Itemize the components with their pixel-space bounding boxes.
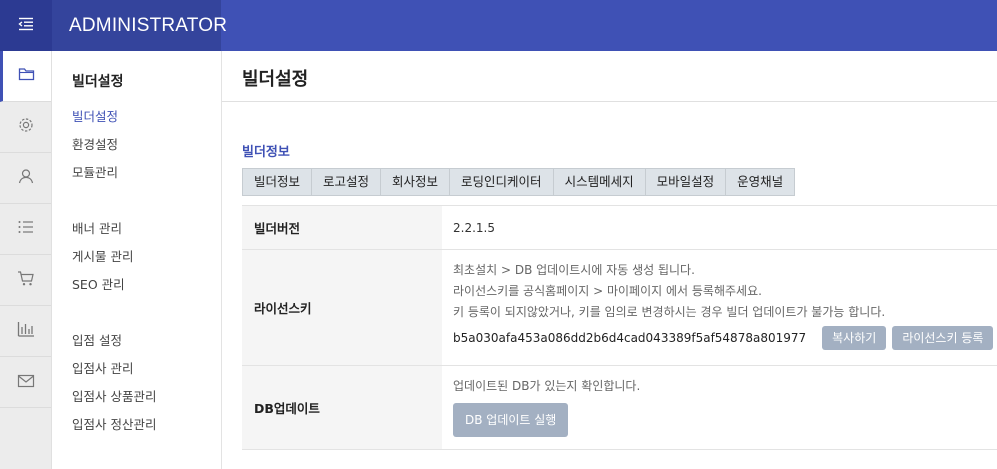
- list-icon: [17, 219, 35, 239]
- sidebar-item-vendor-settings[interactable]: 입점 설정: [72, 330, 122, 349]
- builder-version-value: 2.2.1.5: [453, 221, 495, 235]
- register-license-button[interactable]: 라이선스키 등록: [892, 326, 994, 350]
- copy-button[interactable]: 복사하기: [822, 326, 887, 350]
- row-label: DB업데이트: [242, 366, 442, 449]
- rail-item-folder[interactable]: [0, 51, 51, 102]
- sidebar-item-vendor-products[interactable]: 입점사 상품관리: [72, 386, 156, 405]
- tab-mobile-settings[interactable]: 모바일설정: [645, 169, 727, 195]
- sidebar: 빌더설정 빌더설정 환경설정 모듈관리 배너 관리 게시물 관리 SEO 관리 …: [52, 51, 222, 469]
- sidebar-item-vendor-management[interactable]: 입점사 관리: [72, 358, 133, 377]
- license-key-line: b5a030afa453a086dd2b6d4cad043389f5af5487…: [453, 326, 997, 350]
- license-note: 라이선스키를 공식홈페이지 > 마이페이지 에서 등록해주세요.: [453, 284, 762, 298]
- sidebar-item-banners[interactable]: 배너 관리: [72, 218, 122, 237]
- menu-toggle-button[interactable]: [0, 0, 52, 51]
- menu-collapse-icon: [18, 16, 34, 35]
- rail-item-settings[interactable]: [0, 102, 51, 153]
- info-table: 빌더버전 2.2.1.5 라이선스키 최초설치 > DB 업데이트시에 자동 생…: [242, 205, 997, 450]
- row-license-key: 라이선스키 최초설치 > DB 업데이트시에 자동 생성 됩니다. 라이선스키를…: [242, 250, 997, 366]
- license-key-value: b5a030afa453a086dd2b6d4cad043389f5af5487…: [453, 331, 807, 345]
- tab-builder-info[interactable]: 빌더정보: [243, 169, 313, 195]
- sidebar-item-builder-settings[interactable]: 빌더설정: [72, 106, 118, 125]
- row-db-update: DB업데이트 업데이트된 DB가 있는지 확인합니다. DB 업데이트 실행: [242, 366, 997, 450]
- main-content: 빌더설정 빌더정보 빌더정보 로고설정 회사정보 로딩인디케이터 시스템메세지 …: [222, 51, 997, 469]
- top-bar: ADMINISTRATOR: [0, 0, 997, 51]
- db-update-note: 업데이트된 DB가 있는지 확인합니다.: [453, 379, 641, 393]
- mail-icon: [17, 373, 35, 392]
- section-title: 빌더정보: [242, 145, 290, 160]
- rail-item-mail[interactable]: [0, 357, 51, 408]
- tab-company-info[interactable]: 회사정보: [381, 169, 451, 195]
- cart-icon: [17, 270, 35, 291]
- bar-chart-icon: [17, 321, 35, 341]
- rail-item-cart[interactable]: [0, 255, 51, 306]
- row-builder-version: 빌더버전 2.2.1.5: [242, 206, 997, 250]
- rail-item-user[interactable]: [0, 153, 51, 204]
- db-update-button[interactable]: DB 업데이트 실행: [453, 403, 569, 437]
- sidebar-item-posts[interactable]: 게시물 관리: [72, 246, 133, 265]
- tab-system-messages[interactable]: 시스템메세지: [553, 169, 646, 195]
- db-update-cell: 업데이트된 DB가 있는지 확인합니다. DB 업데이트 실행: [442, 366, 997, 449]
- row-label: 빌더버전: [242, 206, 442, 249]
- title-divider: [222, 101, 997, 102]
- license-note: 최초설치 > DB 업데이트시에 자동 생성 됩니다.: [453, 263, 695, 277]
- sidebar-item-seo[interactable]: SEO 관리: [72, 274, 125, 293]
- tab-channels[interactable]: 운영채널: [726, 169, 795, 195]
- license-cell: 최초설치 > DB 업데이트시에 자동 생성 됩니다. 라이선스키를 공식홈페이…: [442, 250, 997, 365]
- tab-loading-indicator[interactable]: 로딩인디케이터: [450, 169, 554, 195]
- sidebar-item-vendor-settlement[interactable]: 입점사 정산관리: [72, 414, 156, 433]
- rail-item-list[interactable]: [0, 204, 51, 255]
- page-title: 빌더설정: [242, 69, 309, 90]
- row-label: 라이선스키: [242, 250, 442, 365]
- sidebar-title: 빌더설정: [72, 74, 124, 90]
- tab-logo-settings[interactable]: 로고설정: [312, 169, 382, 195]
- rail-item-stats[interactable]: [0, 306, 51, 357]
- brand-title: ADMINISTRATOR: [52, 0, 227, 51]
- settings-tabs: 빌더정보 로고설정 회사정보 로딩인디케이터 시스템메세지 모바일설정 운영채널: [242, 168, 796, 196]
- license-note: 키 등록이 되지않았거나, 키를 임의로 변경하시는 경우 빌더 업데이트가 불…: [453, 305, 886, 319]
- user-icon: [17, 167, 35, 189]
- gear-icon: [17, 116, 35, 138]
- folder-icon: [18, 66, 36, 86]
- sidebar-item-environment[interactable]: 환경설정: [72, 134, 118, 153]
- sidebar-item-modules[interactable]: 모듈관리: [72, 162, 118, 181]
- icon-rail: [0, 51, 52, 469]
